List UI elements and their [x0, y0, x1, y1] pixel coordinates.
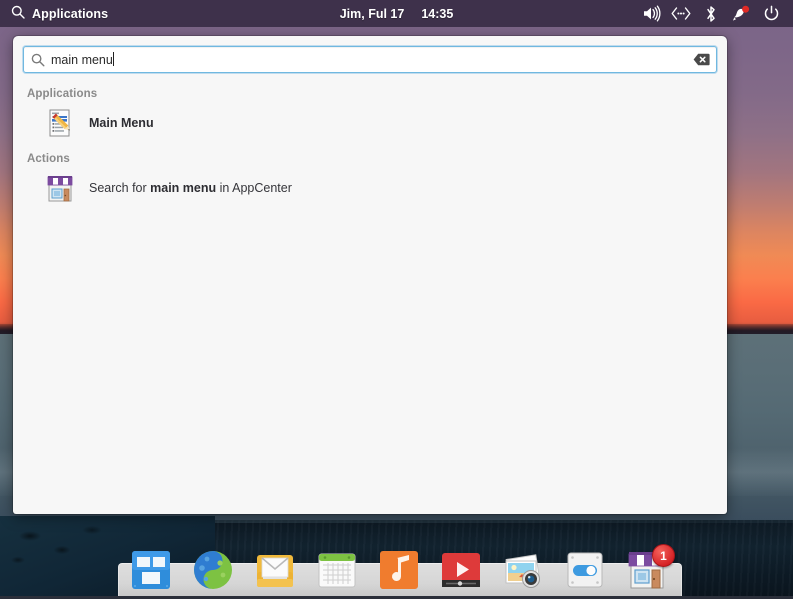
section-header-applications: Applications: [27, 88, 98, 100]
search-input[interactable]: main menu: [23, 46, 717, 73]
datetime-indicator[interactable]: Jim, Ful 17 14:35: [340, 7, 454, 21]
dock-item-files[interactable]: [127, 546, 175, 594]
dock-item-music[interactable]: [375, 546, 423, 594]
panel-time: 14:35: [421, 6, 454, 21]
applications-menu-label: Applications: [32, 6, 109, 21]
dock-item-system-settings[interactable]: [561, 546, 609, 594]
search-row: main menu: [13, 36, 727, 81]
top-panel: Applications Jim, Ful 17 14:35: [0, 0, 793, 27]
action-label-suffix: in AppCenter: [216, 181, 292, 195]
applications-menu-button[interactable]: Applications: [0, 0, 118, 27]
result-item-main-menu[interactable]: Main Menu: [13, 100, 727, 146]
action-label-prefix: Search for: [89, 181, 151, 195]
search-icon: [31, 53, 45, 67]
application-search-dialog: main menu Applications Main Menu Actions…: [13, 36, 727, 514]
panel-date: Jim, Ful 17: [339, 6, 405, 21]
dock-item-photos[interactable]: [499, 546, 547, 594]
action-item-search-appcenter[interactable]: Search for main menu in AppCenter: [13, 165, 727, 211]
notifications-bell-icon[interactable]: [727, 0, 755, 27]
result-label-main-menu: Main Menu: [89, 116, 154, 130]
bluetooth-icon[interactable]: [697, 0, 725, 27]
section-header-actions: Actions: [27, 153, 70, 165]
appcenter-badge: 1: [652, 544, 675, 567]
search-query-text: main menu: [51, 53, 113, 67]
dock-item-web-browser[interactable]: [189, 546, 237, 594]
clear-text-icon[interactable]: [693, 53, 710, 66]
panel-tray: [637, 0, 793, 27]
search-input-value: main menu: [51, 52, 693, 67]
dock-item-mail[interactable]: [251, 546, 299, 594]
volume-icon[interactable]: [637, 0, 665, 27]
text-caret: [112, 52, 114, 66]
dock: 1: [118, 542, 680, 594]
search-icon: [11, 5, 25, 22]
action-label-highlight: main menu: [150, 181, 217, 195]
network-icon[interactable]: [667, 0, 695, 27]
dock-item-calendar[interactable]: [313, 546, 361, 594]
power-icon[interactable]: [757, 0, 785, 27]
main-menu-icon: [44, 107, 76, 139]
action-label-search-appcenter: Search for main menu in AppCenter: [89, 181, 292, 195]
dock-item-videos[interactable]: [437, 546, 485, 594]
appcenter-icon: [44, 172, 76, 204]
dock-item-appcenter[interactable]: 1: [623, 544, 675, 594]
